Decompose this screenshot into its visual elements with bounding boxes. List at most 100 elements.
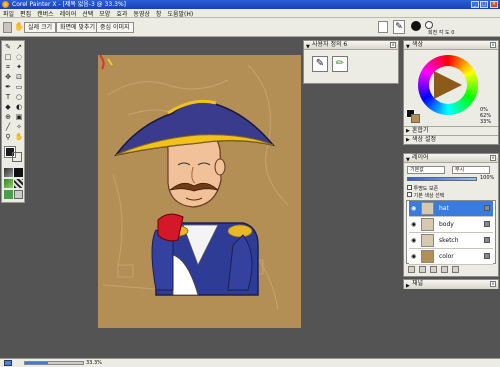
shape-rect-icon[interactable]: ▭: [14, 83, 24, 92]
preserve-transparency-checkbox[interactable]: [407, 185, 412, 190]
pattern-selector-icon[interactable]: [4, 179, 13, 188]
window-title: Corel Painter X - [제목 없음-3 @ 33.3%]: [12, 1, 126, 8]
eye-icon[interactable]: ◉: [411, 237, 416, 244]
crop-tool-icon[interactable]: ⌗: [3, 63, 13, 72]
lock-icon[interactable]: [484, 205, 490, 211]
lock-icon[interactable]: [484, 253, 490, 259]
close-button[interactable]: ×: [490, 1, 498, 8]
paper-selector-icon[interactable]: [4, 168, 13, 177]
lock-icon[interactable]: [484, 221, 490, 227]
menu-effects[interactable]: 효과: [116, 9, 127, 18]
minimize-button[interactable]: _: [471, 1, 479, 8]
brush-variant-icon[interactable]: ✎: [312, 56, 328, 72]
menu-canvas[interactable]: 캔버스: [37, 9, 54, 18]
rotation-value[interactable]: 0: [451, 30, 454, 36]
kaleidoscope-icon[interactable]: ✧: [14, 123, 24, 132]
property-bar: ✋ 실제 크기 화면에 맞추기 중심 이미지 ✎ 회전 각 도 0: [0, 18, 500, 37]
layer-row-hat[interactable]: ◉ hat: [409, 201, 493, 217]
lasso-icon[interactable]: ◌: [14, 53, 24, 62]
illustration-artwork: [99, 55, 289, 311]
layer-row-color[interactable]: ◉ color: [409, 249, 493, 265]
menu-select[interactable]: 선택: [82, 9, 93, 18]
custom-palette-header[interactable]: ▼ 사용자 정의 6 ×: [304, 41, 398, 50]
actual-size-button[interactable]: 실제 크기: [24, 22, 56, 33]
weave-selector-icon[interactable]: [14, 179, 23, 188]
color-panel-header[interactable]: ▼ 색상 ×: [404, 41, 498, 50]
layer-mask-icon[interactable]: [419, 266, 426, 273]
lock-icon[interactable]: [484, 237, 490, 243]
hand-tool-icon[interactable]: ✋: [14, 22, 24, 33]
text-tool-icon[interactable]: T: [3, 93, 13, 102]
look-selector-icon[interactable]: [4, 190, 13, 199]
ellipse-icon[interactable]: ○: [14, 93, 24, 102]
eye-icon[interactable]: ◉: [411, 253, 416, 260]
document-canvas[interactable]: [98, 55, 301, 328]
grabber-icon[interactable]: ✋: [14, 133, 24, 142]
menu-edit[interactable]: 편집: [20, 9, 31, 18]
dodge-icon[interactable]: ◐: [14, 103, 24, 112]
cloner-icon[interactable]: ⊕: [3, 113, 13, 122]
menu-window[interactable]: 창: [156, 9, 162, 18]
layers-panel-header[interactable]: ▼ 레이어 ×: [404, 154, 498, 163]
mirror-icon[interactable]: ╱: [3, 123, 13, 132]
magic-wand-icon[interactable]: ✦: [14, 63, 24, 72]
secondary-color-swatch[interactable]: [411, 114, 420, 123]
pen-tool-icon[interactable]: ✒: [3, 83, 13, 92]
menu-movie[interactable]: 동영상: [133, 9, 150, 18]
menu-layers[interactable]: 레이어: [60, 9, 77, 18]
composite-depth-select[interactable]: 무시: [452, 166, 490, 174]
group-layers-icon[interactable]: [441, 266, 448, 273]
menu-help[interactable]: 도움말(H): [167, 9, 193, 18]
brush-stroke-icon[interactable]: ✎: [393, 20, 405, 34]
hue-ring[interactable]: [418, 55, 478, 115]
panel-close-icon[interactable]: ×: [490, 155, 496, 161]
menu-shapes[interactable]: 모양: [99, 9, 110, 18]
eye-icon[interactable]: ◉: [411, 221, 416, 228]
rectangle-select-icon[interactable]: □: [3, 53, 13, 62]
eye-icon[interactable]: ◉: [411, 205, 416, 212]
dynamic-plugins-icon[interactable]: [430, 266, 437, 273]
magnifier-icon[interactable]: ⚲: [3, 133, 13, 142]
rotation-label: 회전 각 도: [428, 30, 450, 36]
status-icon: [4, 360, 12, 366]
pick-up-color-checkbox[interactable]: [407, 192, 412, 197]
saturation-triangle[interactable]: [434, 71, 462, 99]
brush-preview-icon[interactable]: [378, 21, 388, 33]
brush-tool-icon[interactable]: ✎: [3, 43, 13, 52]
opacity-value[interactable]: 100%: [480, 175, 494, 181]
panel-close-icon[interactable]: ×: [490, 281, 496, 287]
panel-close-icon[interactable]: ×: [490, 42, 496, 48]
custom-palette-title: 사용자 정의 6: [312, 41, 348, 48]
layer-name: sketch: [439, 237, 459, 244]
zoom-slider[interactable]: [24, 361, 84, 365]
channels-panel-header[interactable]: ▶ 채널 ×: [404, 280, 498, 289]
center-image-button[interactable]: 중심 이미지: [96, 22, 134, 33]
painter-app-icon: [2, 1, 9, 8]
pencil-variant-icon[interactable]: ✏: [332, 56, 348, 72]
dab-outline-icon[interactable]: [425, 21, 433, 29]
layer-row-sketch[interactable]: ◉ sketch: [409, 233, 493, 249]
composite-method-select[interactable]: 기본값: [407, 166, 445, 174]
panel-close-icon[interactable]: ×: [390, 42, 396, 48]
layer-adjuster-icon[interactable]: ✥: [3, 73, 13, 82]
maximize-button[interactable]: □: [480, 1, 488, 8]
additional-color-swatch[interactable]: [12, 152, 22, 162]
gradient-selector-icon[interactable]: [14, 168, 23, 177]
new-layer-icon[interactable]: [408, 266, 415, 273]
grabber-handle[interactable]: [3, 22, 12, 33]
mixer-section-header[interactable]: ▶ 혼합기: [404, 126, 498, 135]
delete-layer-icon[interactable]: [452, 266, 459, 273]
layer-row-body[interactable]: ◉ body: [409, 217, 493, 233]
nozzle-selector-icon[interactable]: [14, 190, 23, 199]
channels-panel-title: 채널: [412, 280, 424, 287]
rubber-stamp-icon[interactable]: ▣: [14, 113, 24, 122]
opacity-slider[interactable]: [407, 177, 477, 181]
dropper-tool-icon[interactable]: ↗: [14, 43, 24, 52]
menu-file[interactable]: 파일: [3, 9, 14, 18]
channels-panel: ▶ 채널 ×: [403, 279, 499, 289]
collapse-triangle-icon[interactable]: ▼: [306, 43, 310, 51]
color-set-section-header[interactable]: ▶ 색상 설정: [404, 135, 498, 144]
fit-screen-button[interactable]: 화면에 맞추기: [56, 22, 100, 33]
paint-bucket-icon[interactable]: ◆: [3, 103, 13, 112]
transform-icon[interactable]: ⊡: [14, 73, 24, 82]
